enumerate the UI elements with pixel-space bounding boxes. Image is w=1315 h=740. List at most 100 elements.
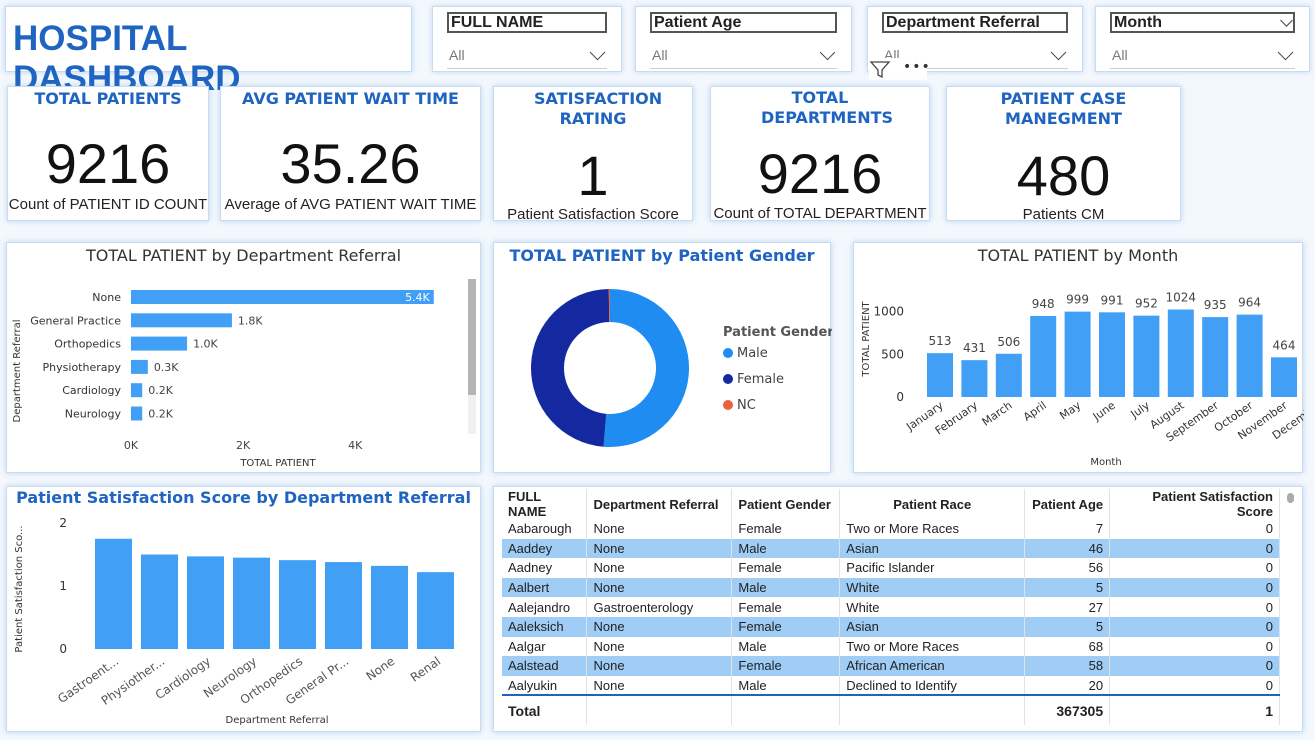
- slicer-patient-age[interactable]: Patient Age All: [635, 6, 852, 72]
- table-cell: None: [586, 558, 733, 578]
- kpi-satisfaction-rating: SATISFACTION RATING 1 Patient Satisfacti…: [493, 86, 693, 221]
- data-label: 431: [963, 341, 986, 355]
- slicer-month[interactable]: Month All: [1095, 6, 1310, 72]
- tick-label: 1: [59, 579, 67, 593]
- table-row[interactable]: Aalyukin None Male Declined to Identify 20 0: [502, 675, 1280, 696]
- category-label: Renal: [408, 654, 443, 685]
- column-header[interactable]: Patient Race: [839, 489, 1026, 519]
- table-cell: Aaleksich: [502, 616, 588, 637]
- table-cell: Gastroenterology: [586, 597, 733, 617]
- table-cell: Aadney: [502, 558, 588, 578]
- axis-label: Patient Satisfaction Sco...: [14, 525, 25, 652]
- data-label: 5.4K: [405, 291, 430, 304]
- table-row[interactable]: Aaddey None Male Asian 46 0: [502, 538, 1280, 559]
- bar-chart: 05001000513January431February506March948…: [861, 290, 1304, 468]
- table-row[interactable]: Aalejandro Gastroenterology Female White 27 0: [502, 597, 1280, 617]
- table-cell: 7: [1024, 519, 1111, 539]
- bar: [131, 336, 188, 351]
- tick-label: 0: [59, 642, 67, 656]
- table-cell: 0: [1109, 597, 1280, 617]
- column-header[interactable]: Patient Satisfaction Score: [1109, 489, 1280, 519]
- category-label: June: [1090, 399, 1118, 424]
- slicer-label: Month: [1110, 12, 1295, 33]
- legend-marker: [723, 348, 733, 358]
- title-card: HOSPITAL DASHBOARD: [5, 6, 412, 98]
- kpi-title: TOTAL PATIENTS: [34, 89, 182, 108]
- table-cell: 20: [1024, 675, 1111, 696]
- table-cell: Aalbert: [502, 577, 588, 598]
- slicer-dropdown[interactable]: All: [447, 41, 607, 69]
- total-age: 367305: [1024, 694, 1111, 726]
- table-cell: 0: [1109, 558, 1280, 578]
- legend-marker: [723, 400, 733, 410]
- kpi-value: 480: [1016, 144, 1111, 207]
- table-row[interactable]: Aalbert None Male White 5 0: [502, 577, 1280, 598]
- kpi-total-departments: TOTAL DEPARTMENTS 9216 Count of TOTAL DE…: [710, 86, 930, 221]
- axis-label: TOTAL PATIENT: [861, 300, 872, 377]
- axis-label: Department Referral: [226, 715, 329, 726]
- category-label: None: [364, 654, 398, 683]
- table-cell: 58: [1024, 656, 1111, 676]
- bar: [131, 313, 232, 328]
- table-row[interactable]: Aabarough None Female Two or More Races 7 0: [502, 519, 1280, 539]
- kpi-value: 1: [577, 144, 609, 207]
- axis-label: Month: [1090, 457, 1121, 468]
- kpi-total-patients: TOTAL PATIENTS 9216 Count of PATIENT ID …: [7, 86, 209, 221]
- table-cell: 0: [1109, 636, 1280, 657]
- data-label: 948: [1032, 297, 1055, 311]
- table-cell: Female: [731, 656, 841, 676]
- kpi-title: AVG PATIENT WAIT TIME: [242, 89, 459, 108]
- column-header[interactable]: Patient Age: [1024, 489, 1111, 519]
- column-header[interactable]: FULL NAME: [502, 489, 588, 519]
- bar: [371, 565, 408, 649]
- table-cell: Aalgar: [502, 636, 588, 657]
- total-score: 1: [1109, 694, 1280, 726]
- legend-marker: [723, 374, 733, 384]
- table-cell: None: [586, 519, 733, 539]
- column-header[interactable]: Department Referral: [586, 489, 733, 519]
- kpi-subtitle: Count of TOTAL DEPARTMENT: [713, 205, 927, 221]
- column-header[interactable]: Patient Gender: [731, 489, 841, 519]
- table-cell: 0: [1109, 538, 1280, 559]
- slicer-dropdown[interactable]: All: [1110, 41, 1295, 69]
- bar: [1030, 315, 1057, 397]
- category-label: None: [92, 291, 121, 304]
- tick-label: 2: [59, 516, 67, 530]
- table-cell: 46: [1024, 538, 1111, 559]
- kpi-title: PATIENT CASE MANEGMENT: [1000, 89, 1127, 128]
- bar: [279, 560, 316, 649]
- table-cell: Female: [731, 519, 841, 539]
- kpi-avg-wait-time: AVG PATIENT WAIT TIME 35.26 Average of A…: [220, 86, 481, 221]
- tick-label: 0: [896, 390, 904, 404]
- table-row[interactable]: Aaleksich None Female Asian 5 0: [502, 616, 1280, 637]
- bar: [131, 406, 143, 421]
- table-cell: Aalstead: [502, 656, 588, 676]
- table-cell: Declined to Identify: [839, 675, 1026, 696]
- category-label: Physiotherapy: [43, 361, 122, 374]
- table-row[interactable]: Aalgar None Male Two or More Races 68 0: [502, 636, 1280, 657]
- kpi-subtitle: Average of AVG PATIENT WAIT TIME: [224, 196, 477, 213]
- bar: [1167, 309, 1194, 397]
- visual-header: •••: [869, 58, 930, 80]
- table-cell: 68: [1024, 636, 1111, 657]
- table-cell: 0: [1109, 519, 1280, 539]
- slicer-label: Patient Age: [650, 12, 837, 33]
- table-cell: Aalejandro: [502, 597, 588, 617]
- kpi-subtitle: Patient Satisfaction Score: [507, 206, 679, 221]
- chart-patients-by-gender: TOTAL PATIENT by Patient Gender Patient …: [493, 242, 832, 473]
- slicer-dropdown[interactable]: All: [650, 41, 837, 69]
- slicer-full-name[interactable]: FULL NAME All: [432, 6, 622, 72]
- data-label: 464: [1273, 338, 1296, 352]
- legend-label: NC: [737, 398, 756, 413]
- table-scrollbar[interactable]: [1287, 493, 1294, 503]
- category-label: Neurology: [65, 408, 122, 421]
- bar-chart: 012Gastroent...Physiother...CardiologyNe…: [14, 516, 454, 726]
- category-label: General Practice: [30, 314, 121, 327]
- category-label: May: [1057, 399, 1083, 423]
- table-cell: 0: [1109, 577, 1280, 598]
- table-row[interactable]: Aalstead None Female African American 58 0: [502, 656, 1280, 676]
- table-cell: [731, 694, 841, 726]
- donut-slice: [603, 289, 690, 447]
- more-options-icon[interactable]: •••: [903, 59, 931, 75]
- table-row[interactable]: Aadney None Female Pacific Islander 56 0: [502, 558, 1280, 578]
